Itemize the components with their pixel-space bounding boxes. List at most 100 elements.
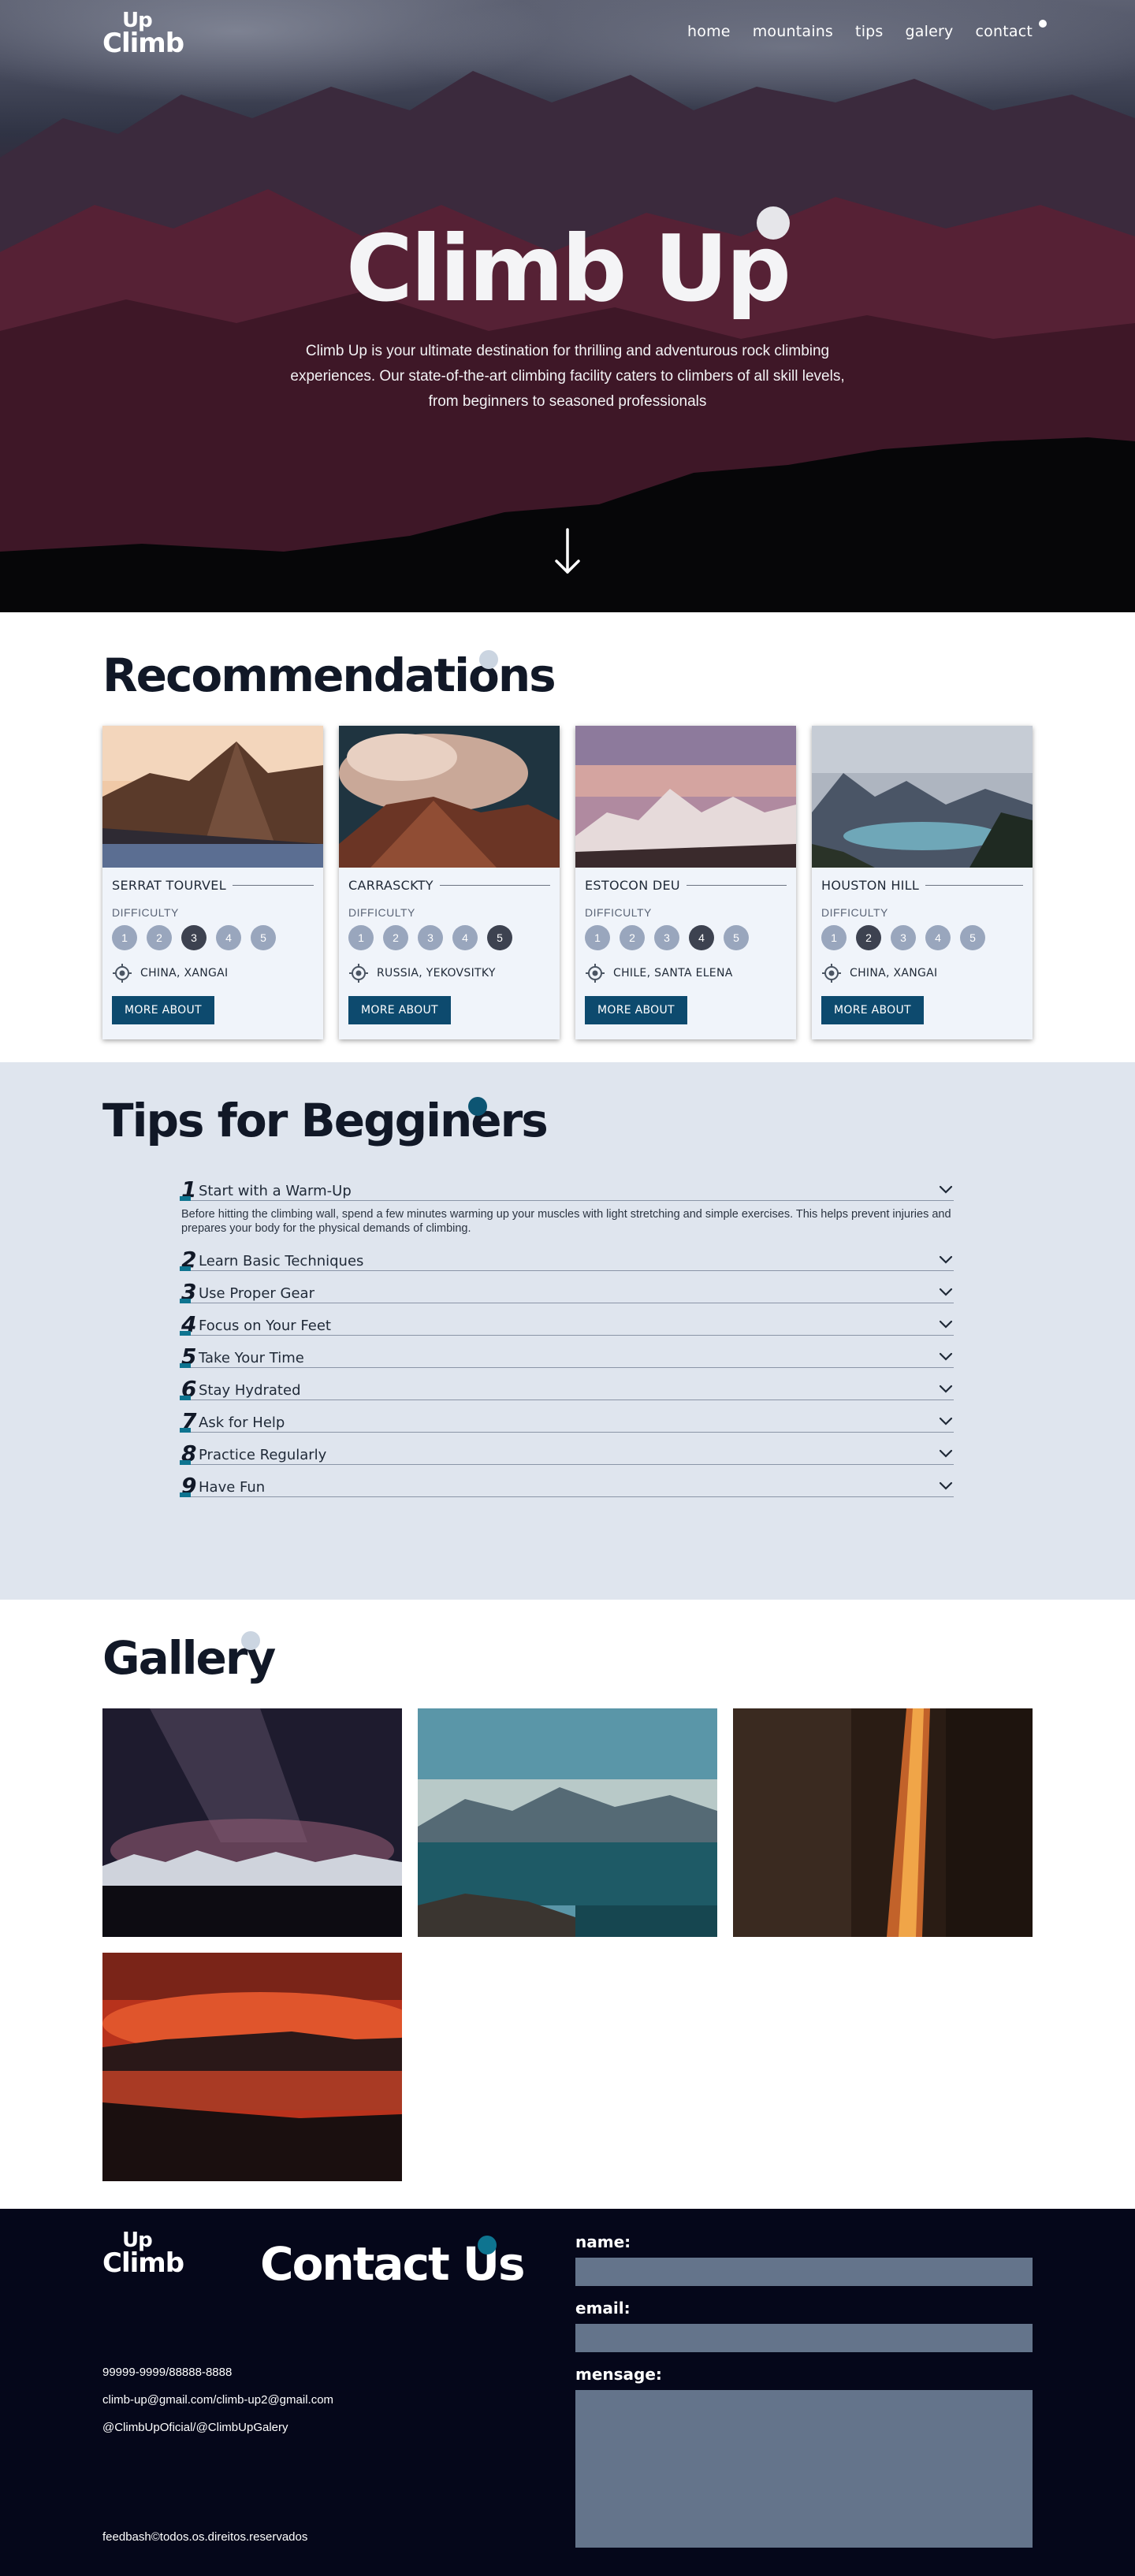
more-about-button[interactable]: MORE ABOUT bbox=[585, 996, 687, 1024]
logo[interactable]: Up Climb bbox=[102, 10, 184, 59]
recommendation-card: CARRASCKTY DIFFICULTY 1 2 3 4 5 RUSSIA, … bbox=[339, 726, 560, 1039]
recommendations-title: Recommendations bbox=[102, 649, 556, 702]
more-about-button[interactable]: MORE ABOUT bbox=[821, 996, 924, 1024]
recommendations-section: Recommendations SERRAT TOURVEL DIFFICULT… bbox=[0, 612, 1135, 1062]
gallery-image-waterfall[interactable] bbox=[733, 1708, 1033, 1937]
tip-number: 1 bbox=[180, 1176, 197, 1203]
difficulty-dot: 3 bbox=[418, 925, 443, 950]
difficulty-dot: 5 bbox=[724, 925, 749, 950]
gallery-section: Gallery bbox=[0, 1600, 1135, 2209]
chevron-down-icon[interactable] bbox=[938, 1448, 954, 1459]
accordion-header[interactable]: 6 Stay Hydrated bbox=[180, 1378, 954, 1400]
contact-section: Up Climb Contact Us 99999-9999/88888-888… bbox=[0, 2209, 1135, 2576]
accordion-item: 5 Take Your Time bbox=[180, 1336, 954, 1368]
card-image bbox=[102, 726, 323, 868]
card-location: RUSSIA, YEKOVSITKY bbox=[377, 967, 496, 979]
card-image bbox=[812, 726, 1033, 868]
contact-social: @ClimbUpOficial/@ClimbUpGalery bbox=[102, 2421, 288, 2434]
location-target-icon bbox=[349, 964, 368, 983]
arrow-down-icon[interactable] bbox=[552, 526, 583, 577]
chevron-down-icon[interactable] bbox=[938, 1481, 954, 1492]
location-target-icon bbox=[822, 964, 841, 983]
card-divider bbox=[232, 885, 314, 886]
more-about-button[interactable]: MORE ABOUT bbox=[348, 996, 451, 1024]
card-divider bbox=[686, 885, 787, 886]
location-target-icon bbox=[113, 964, 132, 983]
chevron-down-icon[interactable] bbox=[938, 1287, 954, 1298]
difficulty-scale: 1 2 3 4 5 bbox=[585, 925, 787, 950]
accordion-header[interactable]: 9 Have Fun bbox=[180, 1475, 954, 1497]
accordion-header[interactable]: 2 Learn Basic Techniques bbox=[180, 1249, 954, 1271]
difficulty-dot: 5 bbox=[251, 925, 276, 950]
title-decor-dot bbox=[478, 2236, 497, 2254]
nav-link-mountains[interactable]: mountains bbox=[753, 23, 833, 40]
title-decor-dot bbox=[468, 1097, 487, 1116]
footer-logo[interactable]: Up Climb bbox=[102, 2230, 184, 2277]
difficulty-scale: 1 2 3 4 5 bbox=[112, 925, 314, 950]
difficulty-scale: 1 2 3 4 5 bbox=[348, 925, 550, 950]
chevron-down-icon[interactable] bbox=[938, 1319, 954, 1330]
difficulty-dot: 1 bbox=[348, 925, 374, 950]
nav-link-home[interactable]: home bbox=[687, 23, 731, 40]
hero-decor-circle bbox=[757, 206, 790, 240]
tip-title: Learn Basic Techniques bbox=[199, 1253, 364, 1269]
main-nav: home mountains tips galery contact bbox=[687, 23, 1033, 40]
name-field[interactable] bbox=[575, 2258, 1033, 2286]
tip-title: Start with a Warm-Up bbox=[199, 1183, 352, 1199]
chevron-down-icon[interactable] bbox=[938, 1184, 954, 1195]
chevron-down-icon[interactable] bbox=[938, 1416, 954, 1427]
accordion-item: 8 Practice Regularly bbox=[180, 1433, 954, 1465]
name-label: name: bbox=[575, 2232, 631, 2251]
card-name: ESTOCON DEU bbox=[585, 878, 680, 893]
difficulty-dot-active: 5 bbox=[487, 925, 512, 950]
nav-decor-dot bbox=[1039, 20, 1047, 28]
gallery-image-milky-way[interactable] bbox=[102, 1708, 402, 1937]
email-field[interactable] bbox=[575, 2324, 1033, 2352]
tips-accordion: 1 Start with a Warm-Up Before hitting th… bbox=[180, 1169, 954, 1497]
contact-form: name: email: mensage: bbox=[575, 2232, 1033, 2548]
accordion-header[interactable]: 4 Focus on Your Feet bbox=[180, 1311, 954, 1337]
accordion-header[interactable]: 5 Take Your Time bbox=[180, 1346, 954, 1368]
chevron-down-icon[interactable] bbox=[938, 1384, 954, 1395]
difficulty-dot: 4 bbox=[925, 925, 951, 950]
nav-link-tips[interactable]: tips bbox=[855, 23, 884, 40]
more-about-button[interactable]: MORE ABOUT bbox=[112, 996, 214, 1024]
chevron-down-icon[interactable] bbox=[938, 1255, 954, 1266]
accordion-item-open: 1 Start with a Warm-Up Before hitting th… bbox=[180, 1169, 954, 1239]
tip-title: Stay Hydrated bbox=[199, 1382, 301, 1399]
difficulty-dot: 1 bbox=[821, 925, 847, 950]
logo-bottom-text: Climb bbox=[102, 27, 184, 59]
chevron-down-icon[interactable] bbox=[938, 1351, 954, 1362]
nav-link-galery[interactable]: galery bbox=[906, 23, 954, 40]
tip-number: 3 bbox=[180, 1279, 197, 1305]
tip-title: Focus on Your Feet bbox=[199, 1318, 331, 1334]
gallery-image-lake[interactable] bbox=[418, 1708, 717, 1937]
difficulty-dot: 4 bbox=[452, 925, 478, 950]
contact-email: climb-up@gmail.com/climb-up2@gmail.com bbox=[102, 2393, 334, 2407]
tips-section: Tips for Begginers 1 Start with a Warm-U… bbox=[0, 1062, 1135, 1600]
difficulty-dot: 2 bbox=[620, 925, 645, 950]
contact-phone: 99999-9999/88888-8888 bbox=[102, 2366, 233, 2379]
location-target-icon bbox=[586, 964, 605, 983]
recommendation-card: SERRAT TOURVEL DIFFICULTY 1 2 3 4 5 CHIN… bbox=[102, 726, 323, 1039]
accordion-header[interactable]: 7 Ask for Help bbox=[180, 1411, 954, 1433]
card-location: CHINA, XANGAI bbox=[850, 967, 938, 979]
accordion-header[interactable]: 8 Practice Regularly bbox=[180, 1443, 954, 1465]
tip-number: 4 bbox=[180, 1311, 197, 1337]
message-field[interactable] bbox=[575, 2390, 1033, 2548]
tip-title: Have Fun bbox=[199, 1479, 266, 1496]
card-name: HOUSTON HILL bbox=[821, 878, 920, 893]
gallery-grid bbox=[102, 1708, 1033, 2181]
tip-title: Ask for Help bbox=[199, 1414, 285, 1431]
card-location: CHINA, XANGAI bbox=[140, 967, 229, 979]
contact-info: 99999-9999/88888-8888 climb-up@gmail.com… bbox=[102, 2359, 333, 2441]
tip-title: Take Your Time bbox=[199, 1350, 304, 1366]
difficulty-dot: 2 bbox=[147, 925, 172, 950]
nav-link-contact[interactable]: contact bbox=[975, 23, 1033, 40]
title-decor-dot bbox=[479, 650, 498, 669]
accordion-item: 2 Learn Basic Techniques bbox=[180, 1239, 954, 1271]
gallery-image-sunset[interactable] bbox=[102, 1953, 402, 2181]
accordion-header[interactable]: 3 Use Proper Gear bbox=[180, 1279, 954, 1305]
accordion-header[interactable]: 1 Start with a Warm-Up bbox=[180, 1176, 954, 1203]
recommendation-cards: SERRAT TOURVEL DIFFICULTY 1 2 3 4 5 CHIN… bbox=[102, 726, 1033, 1039]
